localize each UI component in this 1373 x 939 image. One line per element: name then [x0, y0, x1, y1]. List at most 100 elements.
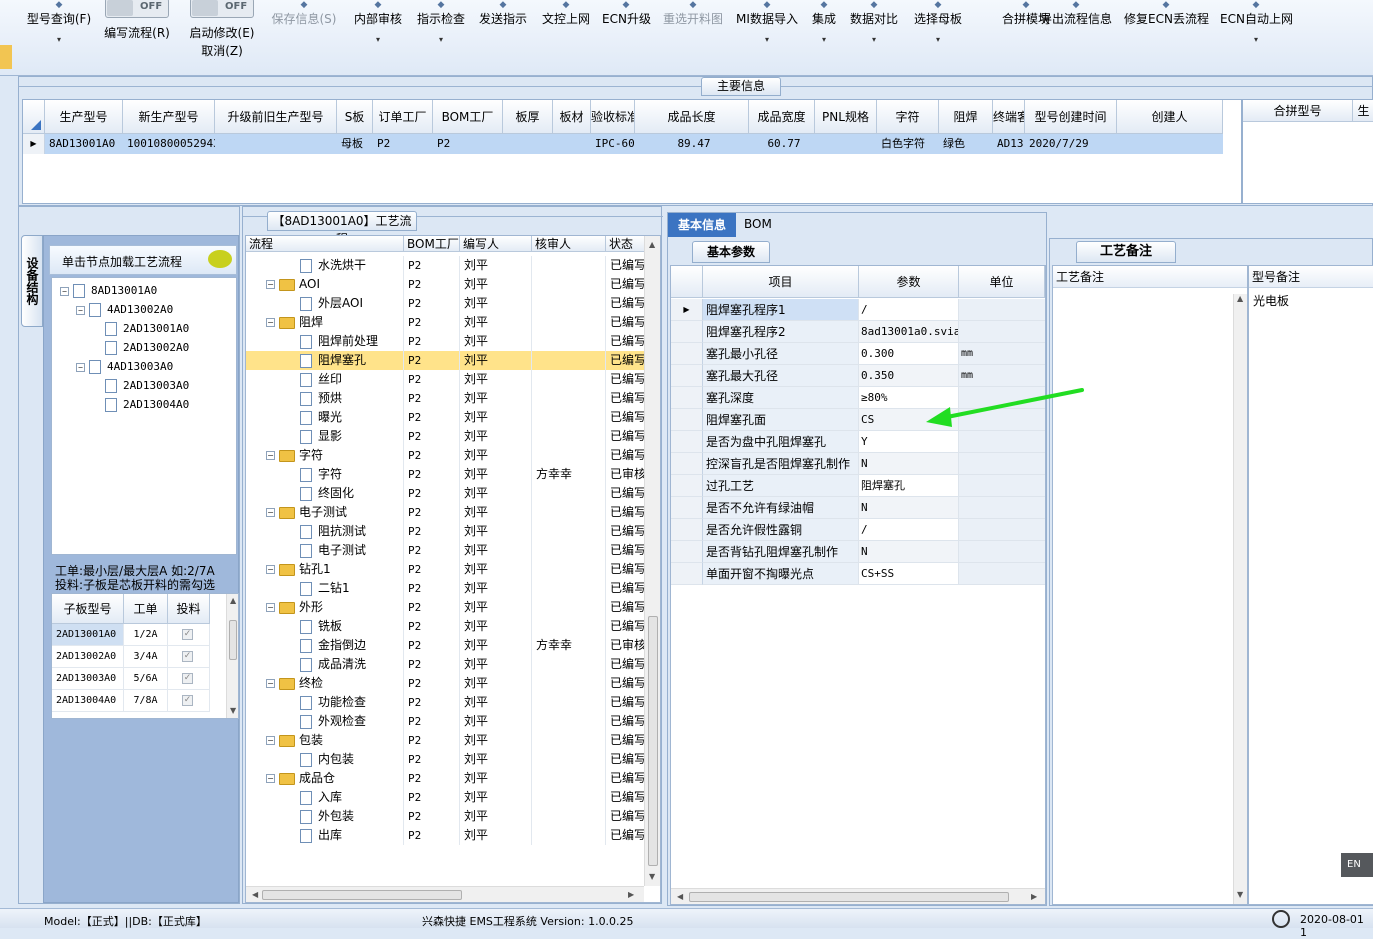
- process-node[interactable]: 显影: [246, 427, 404, 446]
- toolbar-button-9[interactable]: ◆ 重选开料图: [660, 0, 726, 60]
- workorder-cell[interactable]: 3/4A: [124, 646, 168, 668]
- status-cell[interactable]: 已审核: [606, 465, 646, 484]
- table-cell[interactable]: 母板: [337, 134, 373, 154]
- status-cell[interactable]: 已编写: [606, 522, 646, 541]
- checkbox-checked-icon[interactable]: ✓: [182, 695, 193, 706]
- workorder-cell[interactable]: 7/8A: [124, 690, 168, 712]
- toolbar-button-2[interactable]: OFF 启动修改(E) 取消(Z): [186, 0, 258, 60]
- process-node[interactable]: 功能检查: [246, 693, 404, 712]
- status-cell[interactable]: 已编写: [606, 389, 646, 408]
- param-name-cell[interactable]: 塞孔深度: [703, 387, 859, 409]
- process-node[interactable]: − 阻焊: [246, 313, 404, 332]
- writer-cell[interactable]: 刘平: [460, 522, 532, 541]
- status-cell[interactable]: 已编写: [606, 503, 646, 522]
- checkbox-checked-icon[interactable]: ✓: [182, 629, 193, 640]
- remark-scrollbar[interactable]: ▲ ▼: [1233, 294, 1247, 904]
- subtab-basic-params[interactable]: 基本参数: [692, 241, 770, 263]
- param-value-cell[interactable]: 0.350: [859, 365, 959, 387]
- bom-factory-cell[interactable]: P2: [404, 617, 460, 636]
- param-unit-cell[interactable]: mm: [959, 365, 1045, 387]
- feed-checkbox-cell[interactable]: ✓: [168, 624, 210, 646]
- reviewer-cell[interactable]: [532, 427, 606, 446]
- column-header[interactable]: 生产型号: [45, 100, 123, 134]
- row-indicator[interactable]: [671, 365, 703, 387]
- param-name-cell[interactable]: 控深盲孔是否阻焊塞孔制作: [703, 453, 859, 475]
- collapse-icon[interactable]: −: [266, 603, 275, 612]
- bom-factory-cell[interactable]: P2: [404, 370, 460, 389]
- tree-node[interactable]: 2AD13004A0: [92, 395, 189, 414]
- process-node[interactable]: − 钻孔1: [246, 560, 404, 579]
- process-node[interactable]: 金指倒边: [246, 636, 404, 655]
- status-cell[interactable]: 已编写: [606, 788, 646, 807]
- merge-model-header[interactable]: 合拼型号: [1243, 100, 1353, 122]
- writer-cell[interactable]: 刘平: [460, 313, 532, 332]
- param-value-cell[interactable]: /: [859, 299, 959, 321]
- reviewer-cell[interactable]: [532, 750, 606, 769]
- param-name-cell[interactable]: 是否为盘中孔阻焊塞孔: [703, 431, 859, 453]
- writer-cell[interactable]: 刘平: [460, 541, 532, 560]
- table-cell[interactable]: [1117, 134, 1223, 154]
- status-cell[interactable]: 已编写: [606, 332, 646, 351]
- status-cell[interactable]: 已编写: [606, 446, 646, 465]
- writer-cell[interactable]: 刘平: [460, 294, 532, 313]
- process-node[interactable]: − AOI: [246, 275, 404, 294]
- scroll-left-icon[interactable]: ◀: [677, 892, 683, 901]
- process-remark-box[interactable]: 工艺备注 ▲ ▼: [1052, 265, 1248, 905]
- writer-cell[interactable]: 刘平: [460, 275, 532, 294]
- column-header[interactable]: S板: [337, 100, 373, 134]
- row-indicator[interactable]: [671, 519, 703, 541]
- param-value-cell[interactable]: CS+SS: [859, 563, 959, 585]
- status-cell[interactable]: 已编写: [606, 731, 646, 750]
- reviewer-cell[interactable]: [532, 579, 606, 598]
- row-indicator[interactable]: [671, 387, 703, 409]
- writer-cell[interactable]: 刘平: [460, 674, 532, 693]
- process-node[interactable]: − 成品仓: [246, 769, 404, 788]
- param-column-header[interactable]: 项目: [703, 266, 859, 298]
- reviewer-cell[interactable]: [532, 294, 606, 313]
- toolbar-button-17[interactable]: ◆ ECN自动上网 ▾: [1220, 0, 1293, 60]
- process-node[interactable]: − 终检: [246, 674, 404, 693]
- status-cell[interactable]: 已编写: [606, 598, 646, 617]
- scroll-left-icon[interactable]: ◀: [252, 890, 258, 899]
- process-node[interactable]: 成品清洗: [246, 655, 404, 674]
- process-node[interactable]: 电子测试: [246, 541, 404, 560]
- param-value-cell[interactable]: Y: [859, 431, 959, 453]
- status-cell[interactable]: 已编写: [606, 560, 646, 579]
- bom-factory-cell[interactable]: P2: [404, 788, 460, 807]
- process-node[interactable]: 入库: [246, 788, 404, 807]
- bom-factory-cell[interactable]: P2: [404, 408, 460, 427]
- process-node[interactable]: 曝光: [246, 408, 404, 427]
- process-node[interactable]: − 电子测试: [246, 503, 404, 522]
- param-unit-cell[interactable]: [959, 431, 1045, 453]
- toolbar-button-4[interactable]: ◆ 内部审核 ▾: [350, 0, 406, 60]
- table-cell[interactable]: 绿色: [939, 134, 993, 154]
- model-remark-box[interactable]: 型号备注 光电板: [1248, 265, 1373, 905]
- param-name-cell[interactable]: 塞孔最大孔径: [703, 365, 859, 387]
- row-indicator[interactable]: [671, 541, 703, 563]
- bom-factory-cell[interactable]: P2: [404, 807, 460, 826]
- reviewer-cell[interactable]: [532, 560, 606, 579]
- collapse-icon[interactable]: −: [266, 565, 275, 574]
- toolbar-button-7[interactable]: ◆ 文控上网: [540, 0, 592, 60]
- scroll-right-icon[interactable]: ▶: [628, 890, 634, 899]
- process-node[interactable]: 预烘: [246, 389, 404, 408]
- status-cell[interactable]: 已编写: [606, 674, 646, 693]
- reviewer-cell[interactable]: [532, 332, 606, 351]
- writer-cell[interactable]: 刘平: [460, 446, 532, 465]
- row-indicator[interactable]: [671, 431, 703, 453]
- reviewer-cell[interactable]: 方幸幸: [532, 465, 606, 484]
- collapse-icon[interactable]: −: [76, 305, 85, 315]
- column-header[interactable]: 板厚: [503, 100, 553, 134]
- param-value-cell[interactable]: 阻焊塞孔: [859, 475, 959, 497]
- writer-cell[interactable]: 刘平: [460, 579, 532, 598]
- writer-cell[interactable]: 刘平: [460, 598, 532, 617]
- structure-vertical-tab[interactable]: 设备结构: [21, 235, 43, 327]
- reviewer-cell[interactable]: 方幸幸: [532, 636, 606, 655]
- writer-cell[interactable]: 刘平: [460, 427, 532, 446]
- column-header[interactable]: 字符: [877, 100, 939, 134]
- status-cell[interactable]: 已编写: [606, 370, 646, 389]
- param-value-cell[interactable]: N: [859, 453, 959, 475]
- process-node[interactable]: − 包装: [246, 731, 404, 750]
- writer-cell[interactable]: 刘平: [460, 351, 532, 370]
- writer-cell[interactable]: 刘平: [460, 408, 532, 427]
